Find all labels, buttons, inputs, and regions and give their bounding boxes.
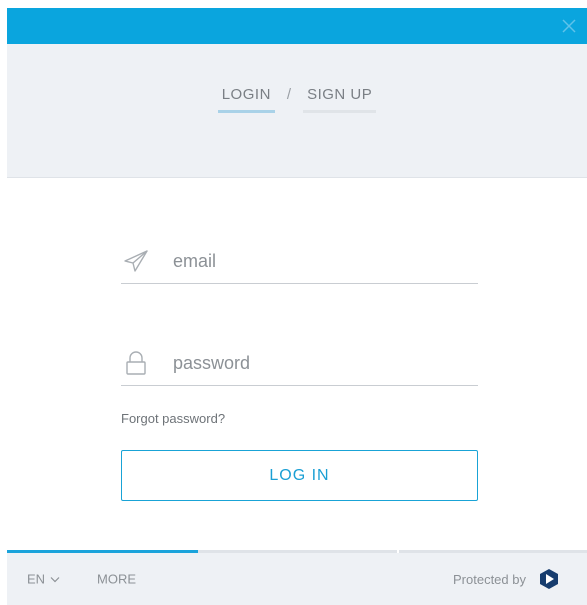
language-selector[interactable]: EN xyxy=(27,572,61,587)
lock-icon xyxy=(123,349,153,377)
more-link[interactable]: MORE xyxy=(97,572,136,587)
protected-by: Protected by xyxy=(453,568,560,590)
auth-tabs: LOGIN / SIGN UP xyxy=(7,86,587,113)
password-field xyxy=(121,341,478,386)
shield-logo-icon xyxy=(540,569,558,589)
login-button[interactable]: LOG IN xyxy=(121,450,478,501)
header: LOGIN / SIGN UP xyxy=(7,44,587,178)
protected-by-label: Protected by xyxy=(453,571,526,587)
paper-plane-icon xyxy=(123,247,153,275)
close-button[interactable] xyxy=(551,8,587,44)
language-label: EN xyxy=(27,571,46,587)
forgot-password-link[interactable]: Forgot password? xyxy=(121,411,225,426)
tab-signup[interactable]: SIGN UP xyxy=(303,86,377,113)
footer: EN MORE Protected by xyxy=(7,553,587,605)
email-input[interactable] xyxy=(173,250,453,272)
top-bar xyxy=(7,8,587,44)
password-input[interactable] xyxy=(173,352,453,374)
tab-separator: / xyxy=(286,86,292,103)
close-icon xyxy=(562,19,576,33)
tab-login[interactable]: LOGIN xyxy=(217,86,275,113)
chevron-down-icon xyxy=(50,576,60,582)
email-field xyxy=(121,239,478,284)
